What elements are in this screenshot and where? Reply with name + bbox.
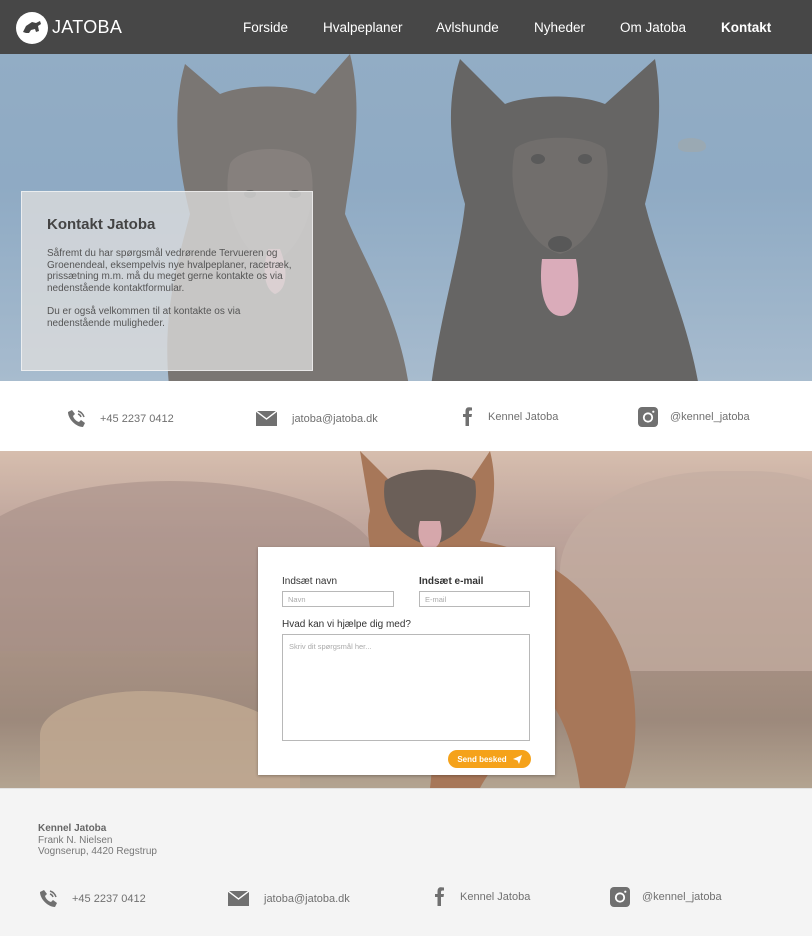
contact-facebook[interactable]: Kennel Jatoba [462, 407, 558, 426]
contact-email-text: jatoba@jatoba.dk [292, 412, 378, 425]
instagram-icon [610, 887, 630, 907]
logo-icon[interactable] [16, 12, 48, 44]
footer-email[interactable]: jatoba@jatoba.dk [228, 891, 350, 906]
phone-icon [68, 410, 85, 427]
contact-facebook-text: Kennel Jatoba [488, 410, 559, 423]
hero-paragraph-1: Såfremt du har spørgsmål vedrørende Terv… [47, 248, 292, 294]
phone-icon [40, 890, 57, 907]
name-input[interactable]: Navn [282, 591, 394, 607]
contact-instagram[interactable]: @kennel_jatoba [638, 407, 750, 427]
footer-facebook[interactable]: Kennel Jatoba [434, 887, 530, 906]
instagram-icon [638, 407, 658, 427]
hero-title: Kontakt Jatoba [47, 216, 156, 233]
nav-om-jatoba[interactable]: Om Jatoba [620, 20, 686, 35]
footer-phone[interactable]: +45 2237 0412 [39, 889, 146, 908]
contact-email[interactable]: jatoba@jatoba.dk [256, 411, 378, 426]
nav-nyheder[interactable]: Nyheder [534, 20, 585, 35]
contact-instagram-text: @kennel_jatoba [670, 411, 750, 423]
footer-instagram-text: @kennel_jatoba [642, 891, 722, 903]
nav-hvalpeplaner[interactable]: Hvalpeplaner [323, 20, 403, 35]
footer-instagram[interactable]: @kennel_jatoba [610, 887, 722, 907]
footer-facebook-text: Kennel Jatoba [460, 890, 531, 903]
contact-form-card: Indsæt navn Navn Indsæt e-mail E-mail Hv… [258, 547, 555, 775]
nav-avlshunde[interactable]: Avlshunde [436, 20, 499, 35]
footer-address: Kennel Jatoba Frank N. Nielsen Vognserup… [38, 823, 157, 858]
mail-icon [256, 411, 277, 426]
mail-icon [228, 891, 249, 906]
footer-address-line: Vognserup, 4420 Regstrup [38, 846, 157, 857]
email-input[interactable]: E-mail [419, 591, 530, 607]
email-label: Indsæt e-mail [419, 576, 484, 587]
contact-strip: +45 2237 0412 jatoba@jatoba.dk Kennel Ja… [0, 381, 812, 451]
message-label: Hvad kan vi hjælpe dig med? [282, 619, 411, 630]
message-textarea[interactable]: Skriv dit spørgsmål her... [282, 634, 530, 741]
contact-phone-text: +45 2237 0412 [100, 412, 174, 425]
send-button[interactable]: Send besked [448, 750, 531, 768]
facebook-icon [435, 887, 444, 906]
footer-person: Frank N. Nielsen [38, 834, 113, 846]
brand-name[interactable]: JATOBA [52, 17, 122, 38]
facebook-icon [463, 407, 472, 426]
send-icon [512, 754, 522, 764]
nav-kontakt[interactable]: Kontakt [721, 20, 771, 35]
nav-forside[interactable]: Forside [243, 20, 288, 35]
footer: Kennel Jatoba Frank N. Nielsen Vognserup… [0, 788, 812, 936]
contact-phone[interactable]: +45 2237 0412 [67, 409, 174, 428]
hero-paragraph-2: Du er også velkommen til at kontakte os … [47, 306, 241, 329]
name-label: Indsæt navn [282, 576, 338, 587]
footer-kennel-name: Kennel Jatoba [38, 823, 107, 834]
send-button-label: Send besked [457, 754, 507, 764]
footer-phone-text: +45 2237 0412 [72, 892, 146, 905]
top-nav: JATOBA Forside Hvalpeplaner Avlshunde Ny… [0, 0, 812, 54]
hero-info-card: Kontakt Jatoba Såfremt du har spørgsmål … [21, 191, 313, 371]
footer-email-text: jatoba@jatoba.dk [264, 892, 350, 905]
